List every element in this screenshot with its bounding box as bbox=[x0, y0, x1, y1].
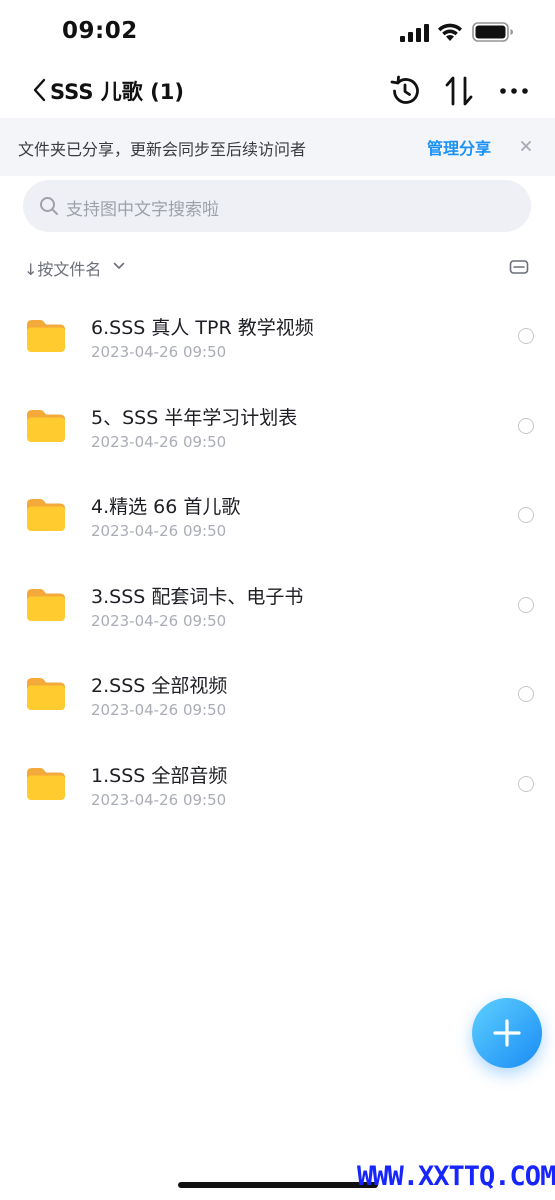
folder-name: 1.SSS 全部音频 bbox=[91, 764, 228, 787]
folder-date: 2023-04-26 09:50 bbox=[91, 432, 227, 451]
folder-row[interactable]: 4.精选 66 首儿歌 2023-04-26 09:50 bbox=[0, 471, 555, 561]
folder-name: 5、SSS 半年学习计划表 bbox=[91, 406, 298, 429]
select-checkbox[interactable] bbox=[518, 686, 534, 702]
select-checkbox[interactable] bbox=[518, 507, 534, 523]
select-checkbox[interactable] bbox=[518, 417, 534, 434]
folder-date: 2023-04-26 09:50 bbox=[91, 611, 227, 630]
battery-icon bbox=[472, 22, 513, 42]
search-placeholder: 支持图中文字搜索啦 bbox=[66, 200, 219, 220]
search-icon bbox=[40, 197, 58, 215]
file-list: 6.SSS 真人 TPR 教学视频 2023-04-26 09:50 5、SSS… bbox=[0, 292, 555, 829]
folder-name: 2.SSS 全部视频 bbox=[91, 675, 228, 697]
folder-row[interactable]: 6.SSS 真人 TPR 教学视频 2023-04-26 09:50 bbox=[0, 292, 555, 382]
add-button[interactable] bbox=[472, 998, 542, 1068]
folder-row[interactable]: 3.SSS 配套词卡、电子书 2023-04-26 09:50 bbox=[0, 561, 555, 651]
folder-icon bbox=[27, 767, 65, 800]
select-checkbox[interactable] bbox=[518, 596, 534, 613]
sort-row: ↓按文件名 bbox=[0, 248, 555, 288]
select-checkbox[interactable] bbox=[518, 775, 534, 792]
folder-icon bbox=[27, 320, 65, 352]
folder-date: 2023-04-26 09:50 bbox=[91, 522, 227, 540]
folder-row[interactable]: 1.SSS 全部音频 2023-04-26 09:50 bbox=[0, 740, 555, 830]
home-indicator bbox=[178, 1182, 378, 1188]
watermark-text: WWW.XXTTQ.COM bbox=[357, 1161, 555, 1192]
cellular-signal-icon bbox=[400, 24, 430, 42]
chevron-down-icon[interactable] bbox=[113, 261, 125, 271]
folder-date: 2023-04-26 09:50 bbox=[91, 701, 227, 719]
folder-row[interactable]: 2.SSS 全部视频 2023-04-26 09:50 bbox=[0, 650, 555, 740]
folder-icon bbox=[27, 588, 65, 621]
folder-date: 2023-04-26 09:50 bbox=[91, 343, 227, 361]
page-title: SSS 儿歌 (1) bbox=[50, 80, 184, 104]
folder-row[interactable]: 5、SSS 半年学习计划表 2023-04-26 09:50 bbox=[0, 382, 555, 472]
screen: 09:02 SSS 儿歌 (1) 文件夹已分享，更新会同步至后续访问者 管理分享… bbox=[0, 0, 555, 1200]
chevron-left-icon[interactable] bbox=[30, 76, 50, 104]
search-input[interactable]: 支持图中文字搜索啦 bbox=[23, 180, 531, 232]
share-notice-text: 文件夹已分享，更新会同步至后续访问者 bbox=[18, 140, 307, 159]
manage-share-link[interactable]: 管理分享 bbox=[427, 135, 491, 159]
folder-name: 3.SSS 配套词卡、电子书 bbox=[91, 585, 304, 608]
status-bar: 09:02 bbox=[0, 0, 555, 64]
plus-icon bbox=[493, 1019, 521, 1047]
share-notice-banner: 文件夹已分享，更新会同步至后续访问者 管理分享 bbox=[0, 118, 555, 176]
folder-date: 2023-04-26 09:50 bbox=[91, 790, 227, 809]
folder-name: 6.SSS 真人 TPR 教学视频 bbox=[91, 317, 314, 339]
select-checkbox[interactable] bbox=[518, 328, 534, 344]
folder-name: 4.精选 66 首儿歌 bbox=[91, 496, 241, 518]
folder-icon bbox=[27, 409, 65, 442]
history-icon[interactable] bbox=[388, 74, 422, 108]
folder-icon bbox=[27, 499, 65, 531]
status-time: 09:02 bbox=[62, 18, 138, 44]
sort-arrows-icon[interactable] bbox=[443, 74, 475, 108]
wifi-icon bbox=[438, 23, 462, 41]
list-view-icon[interactable] bbox=[509, 258, 529, 276]
folder-icon bbox=[27, 678, 65, 710]
close-icon[interactable] bbox=[519, 139, 533, 153]
sort-by-filename-button[interactable]: ↓按文件名 bbox=[24, 256, 101, 280]
nav-bar: SSS 儿歌 (1) bbox=[0, 64, 555, 118]
more-horizontal-icon[interactable] bbox=[498, 78, 530, 104]
